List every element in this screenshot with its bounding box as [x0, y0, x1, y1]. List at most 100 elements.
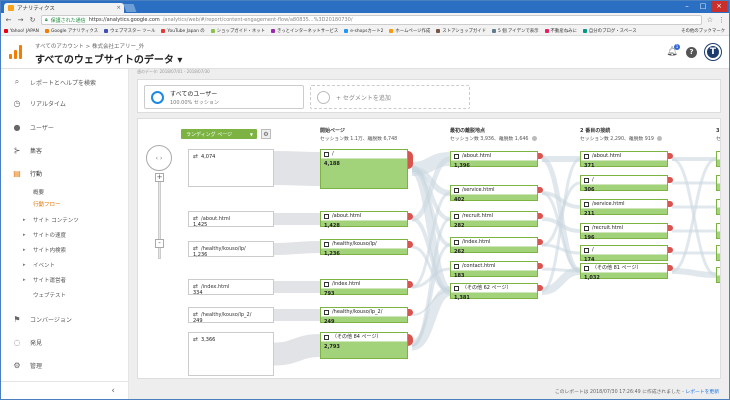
source-node[interactable]: ⇄/index.html 334	[188, 279, 274, 296]
sidebar-subitem[interactable]: ▸ サイトの速度	[1, 229, 129, 240]
flow-link[interactable]	[541, 243, 581, 255]
bookmark-star-icon[interactable]: ☆	[707, 16, 713, 24]
info-icon[interactable]	[656, 136, 662, 141]
minimize-icon[interactable]: –	[679, 1, 695, 12]
notifications-bell-icon[interactable]: 🔔︎ 1	[666, 44, 680, 58]
url-field[interactable]: 🔒︎ 保護された通信 https://analytics.google.com /…	[41, 15, 702, 25]
close-tab-icon[interactable]: ×	[116, 5, 121, 11]
flow-page-node[interactable]: （その他 81 ページ） 1,032	[580, 263, 668, 281]
flow-page-node[interactable]: /index.html 793	[320, 279, 408, 297]
flow-page-node-partial[interactable]	[716, 267, 720, 283]
flow-page-node[interactable]: （その他 84 ページ） 2,793	[320, 332, 408, 359]
sidebar-subitem[interactable]: ▸ サイト コンテンツ	[1, 214, 129, 225]
help-icon[interactable]: ?	[686, 46, 697, 58]
flow-page-node[interactable]: /contact.html 183	[450, 261, 538, 279]
flow-page-node[interactable]: /service.html 211	[580, 199, 668, 217]
flow-page-node-partial[interactable]	[716, 175, 720, 191]
maximize-icon[interactable]: □	[695, 1, 711, 12]
sidebar-item-behavior[interactable]: ▤ 行動	[1, 166, 129, 180]
flow-page-node[interactable]: /recruit.html 196	[580, 223, 668, 241]
flow-page-node[interactable]: （その他 62 ページ） 1,381	[450, 283, 538, 301]
source-node[interactable]: ⇄/healthy/kouso/lp/1,236	[188, 241, 274, 258]
pan-control[interactable]: ‹ ›	[146, 145, 172, 171]
dimension-selector[interactable]: ランディング ページ ▼	[181, 129, 257, 139]
sidebar-subitem-label: サイト内検索	[33, 247, 67, 254]
sidebar-item-users[interactable]: ● ユーザー	[1, 120, 129, 134]
sidebar-item-discover[interactable]: ◌ 発見	[1, 335, 129, 349]
flow-settings-gear-icon[interactable]: ⚙	[261, 129, 271, 139]
node-header: /about.html	[321, 212, 407, 221]
sidebar-subitem-label: サイトの速度	[33, 232, 67, 239]
sidebar-subitem[interactable]: 行動フロー	[1, 198, 129, 209]
flow-page-node-partial[interactable]	[716, 245, 720, 261]
bookmark-item[interactable]: 不動産ねみに	[544, 28, 577, 34]
flow-page-node[interactable]: /healthy/kouso/lp/1,236	[320, 239, 408, 257]
zoom-in-button[interactable]: +	[155, 173, 164, 182]
flow-page-node[interactable]: / 306	[580, 175, 668, 193]
expand-arrow-icon: ▸	[23, 246, 26, 253]
flow-page-node-partial[interactable]	[716, 199, 720, 215]
flow-page-node-partial[interactable]	[716, 151, 720, 167]
sidebar-subitem[interactable]: ▸ サイト内検索	[1, 244, 129, 255]
property-selector[interactable]: すべてのウェブサイトのデータ ▾	[35, 51, 182, 66]
node-label: （その他 84 ページ）	[332, 334, 382, 340]
bookmark-item[interactable]: Yahoo! JAPAN	[4, 29, 39, 34]
back-icon[interactable]: ←	[5, 16, 12, 24]
source-node[interactable]: ⇄ 4,074	[188, 149, 274, 187]
node-header	[717, 224, 720, 232]
other-bookmarks[interactable]: その他のブックマーク	[681, 28, 729, 34]
refresh-report-link[interactable]: レポートを更新	[685, 390, 719, 395]
source-node[interactable]: ⇄ 3,366	[188, 332, 274, 376]
forward-icon[interactable]: →	[17, 16, 24, 24]
sidebar-item-admin[interactable]: ⚙ 管理	[1, 358, 129, 372]
bookmark-item[interactable]: 自分のブログ・スペース	[582, 28, 637, 34]
sidebar-item-label: 発見	[30, 339, 43, 347]
bookmark-item[interactable]: ウェブマスター ツール	[104, 28, 155, 34]
bookmark-item[interactable]: ホームページ作成	[389, 28, 430, 34]
breadcrumb[interactable]: すべてのアカウント > 株式会社エアリー_外	[35, 42, 144, 50]
reload-icon[interactable]: ↻	[29, 16, 36, 24]
segment-all-users[interactable]: すべてのユーザー 100.00% セッション	[144, 85, 304, 109]
flow-page-node[interactable]: /about.html 371	[580, 151, 668, 169]
bookmark-item[interactable]: YouTube Japan の	[161, 28, 205, 34]
bookmark-item[interactable]: e-shopsカート2	[344, 28, 383, 34]
sidebar-item-acquisition[interactable]: ⊱ 集客	[1, 143, 129, 157]
flow-link[interactable]	[273, 241, 321, 255]
sidebar-search[interactable]: ⌕ レポートとヘルプを検索	[1, 75, 129, 89]
flow-page-node[interactable]: /recruit.html 282	[450, 211, 538, 229]
flow-page-node-partial[interactable]	[716, 223, 720, 239]
sidebar-subitem[interactable]: ウェブテスト	[1, 289, 129, 300]
bookmark-item[interactable]: きっとインターネットサービス	[271, 28, 338, 34]
collapse-sidebar-button[interactable]: ‹	[1, 381, 129, 399]
flow-page-node[interactable]: /174	[580, 245, 668, 263]
node-label: /recruit.html	[462, 213, 494, 219]
close-window-icon[interactable]: ×	[711, 1, 727, 12]
flow-page-node[interactable]: /service.html 402	[450, 185, 538, 203]
flow-page-node[interactable]: /about.html 1,396	[450, 151, 538, 169]
info-icon[interactable]	[531, 136, 537, 141]
source-node[interactable]: ⇄/healthy/kouso/lp_2/249	[188, 307, 274, 324]
new-tab-button[interactable]	[123, 4, 137, 12]
sidebar-item-conversions[interactable]: ⚑ コンバージョン	[1, 312, 129, 326]
dropoff-indicator[interactable]	[408, 151, 413, 169]
avatar[interactable]: T	[705, 44, 721, 60]
flow-link[interactable]	[273, 334, 321, 366]
bookmark-item[interactable]: 5 個 アイデンで表示	[492, 28, 539, 34]
flow-page-node[interactable]: /about.html 1,428	[320, 211, 408, 229]
sidebar-subitem[interactable]: ▸ イベント	[1, 259, 129, 270]
browser-tab[interactable]: アナリティクス ×	[4, 3, 124, 13]
flow-page-node[interactable]: /index.html 262	[450, 237, 538, 255]
sidebar-item-realtime[interactable]: ◷ リアルタイム	[1, 96, 129, 110]
bookmark-item[interactable]: ショップガイド・ネット	[210, 28, 265, 34]
bookmark-item[interactable]: ストアショップガイド	[436, 28, 486, 34]
sidebar-subitem[interactable]: ▸ サイト運営者	[1, 274, 129, 285]
sidebar-subitem[interactable]: 概要	[1, 186, 129, 197]
flow-page-node[interactable]: /healthy/kouso/lp_2/249	[320, 307, 408, 325]
menu-dots-icon[interactable]: ⋮	[718, 16, 725, 24]
zoom-out-button[interactable]: -	[155, 239, 164, 248]
bookmark-item[interactable]: Google アナリティクス	[44, 28, 98, 34]
add-segment-button[interactable]: + セグメントを追加	[310, 85, 470, 109]
source-node[interactable]: ⇄/about.html 1,425	[188, 211, 274, 228]
flow-link[interactable]	[273, 151, 321, 186]
flow-page-node[interactable]: / 4,188	[320, 149, 408, 189]
